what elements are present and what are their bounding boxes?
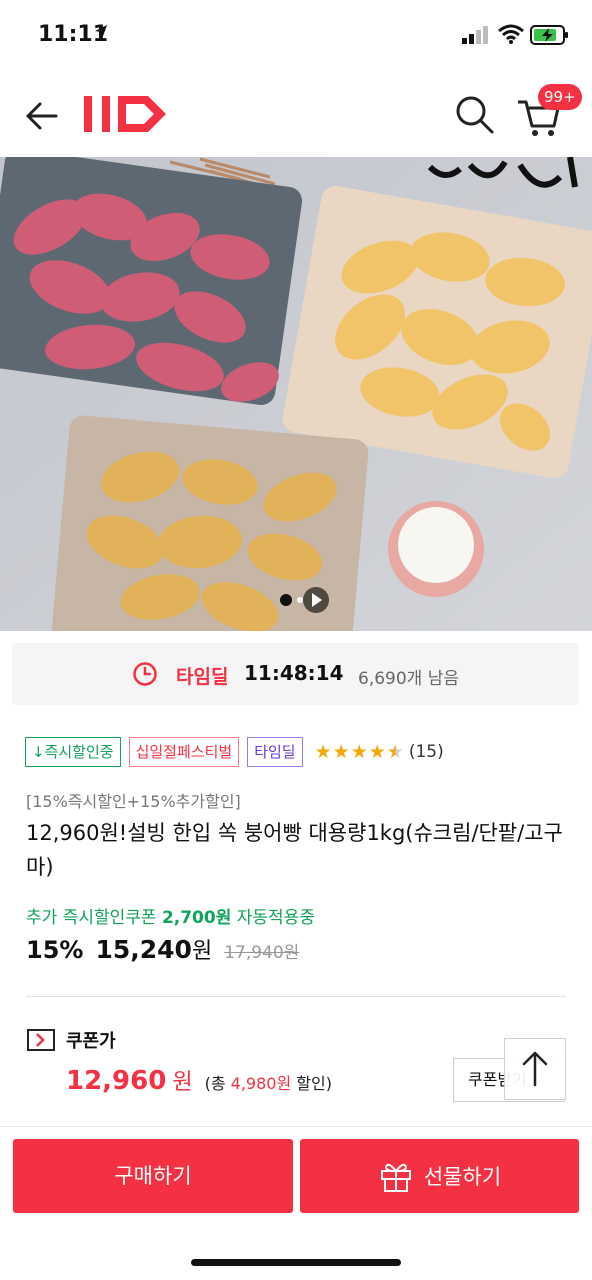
location-arrow-icon [95,25,107,39]
divider [26,996,566,997]
total-discount-prefix: (총 [204,1074,226,1093]
coupon-price: 12,960 원 (총 4,980원 할인) [66,1064,332,1096]
extra-coupon-suffix: 자동적용중 [236,908,315,928]
star-icon: ★ [350,740,368,763]
coupon-price-won: 원 [172,1070,193,1095]
cart-count-badge: 99+ [538,84,582,110]
festival-tag: 십일절페스티벌 [128,737,240,767]
arrow-up-icon [522,1051,548,1087]
coupon-price-header: 쿠폰가 [26,1027,116,1053]
extra-coupon-prefix: 추가 즉시할인쿠폰 [26,908,157,928]
coupon-icon [27,1029,55,1051]
clock-icon [133,662,157,686]
bottom-action-bar: 구매하기 선물하기 [0,1126,592,1280]
gift-icon [380,1163,411,1192]
extra-coupon-line: 추가 즉시할인쿠폰 2,700원 자동적용중 [26,903,315,928]
sale-price-value: 15,240 [95,935,192,964]
product-title: 12,960원!설빙 한입 쏙 붕어빵 대용량1kg(슈크림/단팥/고구마) [26,821,563,879]
app-bar: 99+ [0,74,592,156]
status-bar: 11:11 [0,0,592,70]
original-price: 17,940원 [224,943,300,963]
time-deal-countdown: 11:48:14 [244,661,344,685]
extra-coupon-amount: 2,700원 [161,908,232,928]
total-discount-suffix: 할인) [296,1074,332,1093]
instant-discount-tag: ↓즉시할인중 [25,737,121,767]
discount-percent: 15% [26,936,84,964]
gift-button[interactable]: 선물하기 [300,1139,579,1213]
review-count[interactable]: (15) [409,742,444,762]
time-deal-remaining: 6,690개 남음 [358,669,459,689]
product-subtitle: [15%즉시할인+15%추가할인] [26,792,241,811]
wifi-icon [498,24,524,44]
back-arrow-icon[interactable] [22,96,62,136]
home-indicator[interactable] [191,1259,401,1266]
time-deal-label: 타임딜 [176,666,229,688]
product-photo [0,157,592,631]
total-discount: (총 4,980원 할인) [205,1070,332,1094]
coupon-price-value: 12,960 [66,1066,167,1096]
half-star-icon: ★ [386,740,404,763]
sale-price-won: 원 [191,939,213,964]
scroll-to-top-button[interactable] [504,1038,566,1100]
star-icon: ★ [332,740,350,763]
sale-price: 15,240원 [95,933,212,965]
price-row: 15% 15,240원 17,940원 [26,933,299,969]
battery-charging-icon [530,25,568,45]
product-tags: ↓즉시할인중 십일절페스티벌 타임딜 ★ ★ ★ ★ ★ (15) [25,737,444,767]
search-icon[interactable] [452,92,498,138]
rating-stars[interactable]: ★ ★ ★ ★ ★ (15) [315,742,444,762]
star-icon: ★ [368,740,386,763]
coupon-price-label: 쿠폰가 [66,1031,116,1052]
time-deal-tag: 타임딜 [247,737,303,767]
star-icon: ★ [314,740,332,763]
gift-button-label: 선물하기 [423,1165,502,1189]
buy-button[interactable]: 구매하기 [13,1139,293,1213]
total-discount-amount: 4,980원 [230,1074,292,1093]
time-deal-banner: 타임딜 11:48:14 6,690개 남음 [12,643,579,705]
11st-logo[interactable] [80,92,172,136]
product-image-carousel[interactable] [0,157,592,631]
cellular-signal-icon [462,26,488,44]
